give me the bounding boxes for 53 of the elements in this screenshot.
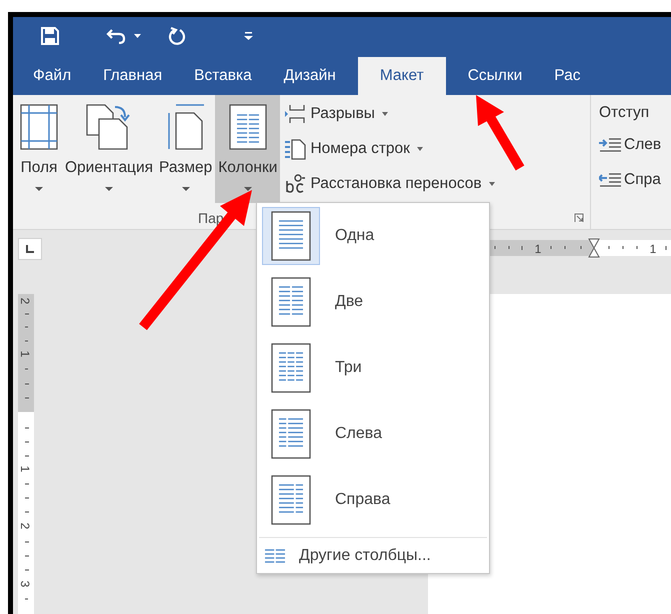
columns-layout-icon [271,277,311,327]
ribbon-tab[interactable]: Главная [87,56,178,95]
menu-item[interactable]: Три [257,335,489,401]
line-numbers-icon [284,138,306,160]
menu-item[interactable]: Справа [257,467,489,533]
margins-icon [19,102,59,151]
ribbon-tab[interactable]: Файл [17,56,88,95]
redo-icon[interactable] [168,26,186,45]
columns-layout-icon [271,211,311,261]
save-icon[interactable] [41,26,59,45]
indent-left-icon [599,137,621,154]
ribbon-button[interactable]: Ориентация [62,94,156,203]
ruler-number: 2 [18,298,32,304]
ribbon-button[interactable]: Расстановка переносов [284,170,495,199]
indent-label: Отступ [599,102,650,123]
ruler-number: 1 [18,466,32,472]
ribbon-tab[interactable]: Макет [358,56,446,95]
menu-item[interactable]: Две [257,269,489,335]
ribbon-button[interactable]: Номера строк [284,134,423,164]
ruler-number: 3 [18,580,32,588]
indent-right-icon [599,172,621,188]
indent-field[interactable]: Слев [599,130,662,160]
hyphenation-icon [284,173,306,196]
menu-item[interactable]: Слева [257,401,489,467]
breaks-icon [284,104,306,124]
ruler-number: 1 [534,242,542,256]
indent-field[interactable]: Спра [599,166,661,195]
ribbon-tab[interactable]: Рас [538,56,596,95]
customize-icon[interactable] [244,30,253,41]
ribbon-button[interactable]: Поля [16,94,62,203]
ribbon-button[interactable]: Размер [156,94,216,203]
ribbon-button[interactable]: Колонки [215,94,280,203]
caret-icon[interactable] [134,34,141,38]
columns-icon [265,548,285,562]
ribbon-tab[interactable]: Вставка [178,56,268,95]
undo-icon[interactable] [106,28,126,44]
columns-layout-icon [271,475,311,525]
ruler-number: 2 [18,522,32,530]
ribbon-tab[interactable]: Дизайн [268,56,352,95]
ribbon-tab[interactable]: Ссылки [452,56,538,95]
tab-selector[interactable] [18,238,42,260]
columns-layout-icon [271,343,311,393]
menu-item[interactable]: Другие столбцы... [257,538,431,573]
indent-marker[interactable] [588,238,600,258]
columns-layout-icon [271,409,311,459]
columns-icon [228,102,268,151]
page-size-icon [166,102,206,151]
ribbon-button[interactable]: Разрывы [284,100,388,129]
ruler-number: 1 [650,242,656,256]
ruler-number: 1 [18,350,32,358]
dialog-launcher-icon[interactable] [574,213,584,224]
menu-item[interactable]: Одна [257,203,489,269]
tab-stop-icon [26,245,34,254]
